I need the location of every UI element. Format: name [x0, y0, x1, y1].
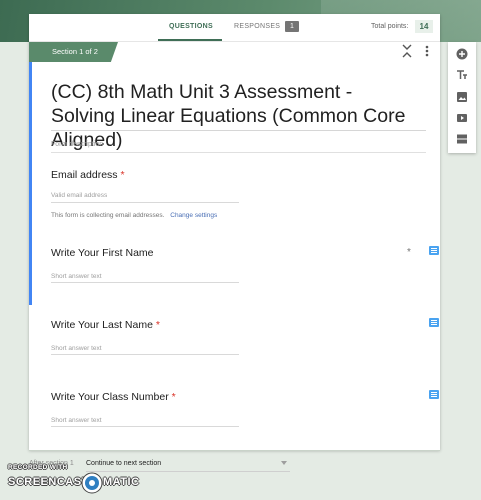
answer-underline — [51, 282, 239, 283]
last-name-answer-input[interactable]: Short answer text — [51, 345, 102, 352]
question-marker-icon[interactable] — [429, 246, 439, 255]
question-title-text: Write Your Last Name — [51, 319, 153, 331]
active-item-indicator — [29, 62, 32, 305]
after-section-dropdown[interactable]: Continue to next section — [86, 460, 161, 467]
email-note-text: This form is collecting email addresses. — [51, 212, 165, 219]
required-mark: * — [155, 319, 160, 331]
form-editor-card: QUESTIONS RESPONSES 1 Total points: 14 S… — [29, 14, 440, 450]
watermark-brand-right: MATIC — [103, 476, 140, 488]
answer-underline — [51, 354, 239, 355]
image-icon[interactable] — [456, 91, 468, 103]
footer-divider — [29, 450, 440, 451]
tab-responses[interactable]: RESPONSES — [234, 23, 280, 30]
email-collection-note: This form is collecting email addresses.… — [51, 212, 217, 219]
section-icon[interactable] — [456, 133, 468, 145]
side-toolbar — [448, 42, 476, 153]
section-label: Section 1 of 2 — [29, 42, 118, 62]
email-answer-input[interactable]: Valid email address — [51, 192, 107, 199]
question-title-class-number[interactable]: Write Your Class Number * — [51, 391, 176, 403]
required-mark: * — [407, 247, 411, 258]
collapse-section-icon[interactable] — [401, 44, 413, 58]
change-settings-link[interactable]: Change settings — [170, 212, 217, 219]
total-points-value: 14 — [415, 20, 433, 33]
question-marker-icon[interactable] — [429, 390, 439, 399]
total-points-label: Total points: — [371, 23, 409, 30]
tab-questions[interactable]: QUESTIONS — [169, 23, 213, 30]
answer-underline — [51, 426, 239, 427]
responses-count-badge: 1 — [285, 21, 299, 32]
dropdown-arrow-icon[interactable] — [281, 461, 287, 465]
first-name-answer-input[interactable]: Short answer text — [51, 273, 102, 280]
title-text-icon[interactable] — [456, 69, 468, 81]
add-question-icon[interactable] — [456, 48, 468, 60]
screencast-logo-icon — [81, 472, 103, 494]
question-title-last-name[interactable]: Write Your Last Name * — [51, 319, 160, 331]
more-options-icon[interactable] — [422, 44, 432, 58]
question-title-text: Write Your Class Number — [51, 391, 169, 403]
video-icon[interactable] — [456, 112, 468, 124]
question-title-text: Email address — [51, 169, 118, 181]
required-mark: * — [171, 391, 176, 403]
required-mark: * — [120, 169, 125, 181]
watermark-brand-left: SCREENCAST — [8, 476, 89, 488]
question-title-first-name[interactable]: Write Your First Name — [51, 247, 154, 259]
question-title-email[interactable]: Email address * — [51, 169, 125, 181]
watermark-recorded-text: RECORDED WITH — [8, 464, 68, 471]
class-number-answer-input[interactable]: Short answer text — [51, 417, 102, 424]
active-tab-indicator — [158, 39, 222, 41]
answer-underline — [51, 202, 239, 203]
question-title-text: Write Your First Name — [51, 247, 154, 259]
form-description-input[interactable]: Form description — [51, 141, 103, 148]
form-title[interactable]: (CC) 8th Math Unit 3 Assessment - Solvin… — [51, 80, 421, 152]
tab-bar: QUESTIONS RESPONSES 1 Total points: 14 — [29, 14, 440, 42]
description-underline — [51, 152, 426, 153]
title-underline — [51, 130, 426, 131]
dropdown-underline — [86, 471, 290, 472]
question-marker-icon[interactable] — [429, 318, 439, 327]
